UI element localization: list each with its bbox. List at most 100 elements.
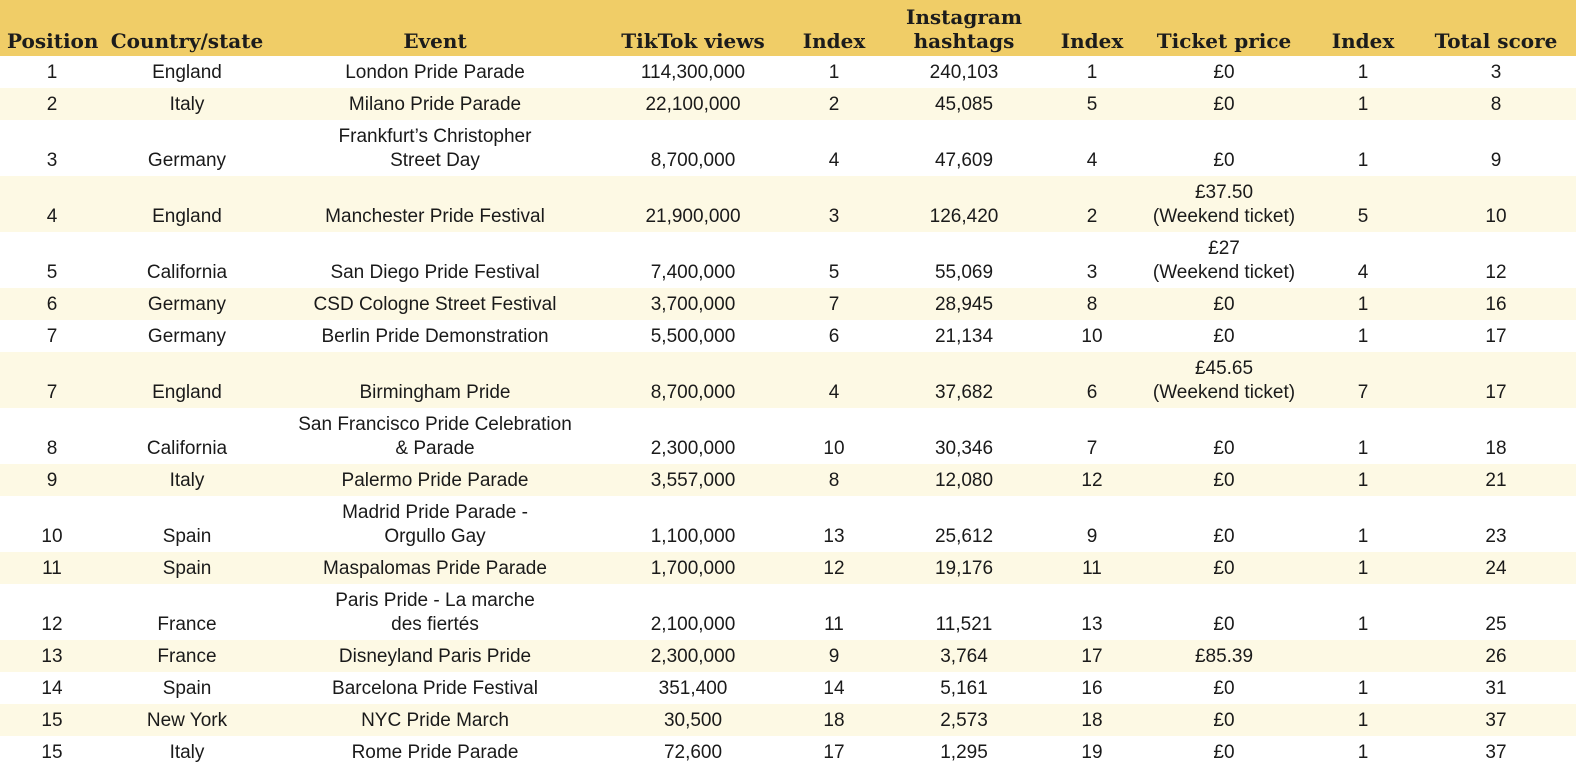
cell-country: France [104, 640, 270, 672]
cell-total-score-text: 37 [1485, 710, 1507, 731]
header-total-score: Total score [1416, 0, 1576, 56]
cell-index-instagram-text: 12 [1081, 470, 1103, 491]
cell-index-instagram-text: 19 [1081, 742, 1103, 763]
cell-instagram-hashtags: 126,420 [882, 176, 1046, 232]
cell-ticket-price: £0 [1138, 496, 1310, 552]
cell-position-text: 5 [46, 262, 58, 283]
table-header: Position Country/state Event TikTok view… [0, 0, 1576, 56]
cell-instagram-hashtags-text: 126,420 [929, 206, 999, 227]
cell-index-instagram-text: 9 [1086, 526, 1098, 547]
cell-position: 5 [0, 232, 104, 288]
cell-ticket-price: £37.50 (Weekend ticket) [1138, 176, 1310, 232]
cell-total-score-text: 16 [1485, 294, 1507, 315]
cell-position-text: 15 [41, 742, 63, 763]
cell-index-instagram: 6 [1046, 352, 1138, 408]
cell-total-score: 23 [1416, 496, 1576, 552]
cell-position: 4 [0, 176, 104, 232]
cell-index-instagram: 11 [1046, 552, 1138, 584]
cell-index-ticket: 1 [1310, 120, 1416, 176]
cell-index-ticket-text: 1 [1357, 742, 1369, 763]
cell-index-tiktok-text: 17 [823, 742, 845, 763]
cell-index-instagram-text: 13 [1081, 614, 1103, 635]
cell-country-text: New York [146, 710, 228, 731]
cell-tiktok-views: 1,700,000 [600, 552, 786, 584]
cell-country: Italy [104, 736, 270, 768]
cell-country: Spain [104, 672, 270, 704]
cell-index-tiktok-text: 12 [823, 558, 845, 579]
header-index-tiktok: Index [786, 0, 882, 56]
cell-index-instagram: 19 [1046, 736, 1138, 768]
cell-total-score: 17 [1416, 352, 1576, 408]
cell-instagram-hashtags-text: 1,295 [940, 742, 988, 763]
cell-instagram-hashtags: 1,295 [882, 736, 1046, 768]
cell-country: California [104, 232, 270, 288]
header-index-ticket: Index [1310, 0, 1416, 56]
cell-index-instagram-text: 3 [1086, 262, 1098, 283]
cell-tiktok-views: 7,400,000 [600, 232, 786, 288]
cell-index-ticket-text: 1 [1357, 438, 1369, 459]
cell-index-tiktok: 1 [786, 56, 882, 88]
cell-index-tiktok-text: 18 [823, 710, 845, 731]
cell-index-ticket-text: 1 [1357, 94, 1369, 115]
cell-index-ticket-text: 1 [1357, 294, 1369, 315]
cell-instagram-hashtags-text: 28,945 [934, 294, 994, 315]
table-row: 6 Germany CSD Cologne Street Festival 3,700… [0, 288, 1576, 320]
cell-total-score: 12 [1416, 232, 1576, 288]
cell-index-instagram: 2 [1046, 176, 1138, 232]
cell-event: San Francisco Pride Celebration & Parade [270, 408, 600, 464]
table-row: 15 Italy Rome Pride Parade 72,600 17 1,295 19 £… [0, 736, 1576, 768]
cell-tiktok-views: 5,500,000 [600, 320, 786, 352]
cell-ticket-price: £0 [1138, 320, 1310, 352]
cell-instagram-hashtags-text: 11,521 [935, 614, 993, 635]
cell-event: Barcelona Pride Festival [270, 672, 600, 704]
cell-index-ticket: 1 [1310, 288, 1416, 320]
cell-country-text: France [157, 646, 217, 667]
cell-event: Manchester Pride Festival [270, 176, 600, 232]
cell-index-tiktok-text: 6 [828, 326, 840, 347]
cell-event: Milano Pride Parade [270, 88, 600, 120]
cell-tiktok-views-text: 1,100,000 [650, 526, 736, 547]
cell-country-text: Germany [147, 294, 227, 315]
cell-country-text: England [152, 206, 222, 227]
cell-total-score-text: 9 [1490, 150, 1502, 171]
cell-position-text: 4 [46, 206, 58, 227]
cell-country: France [104, 584, 270, 640]
cell-index-ticket-text: 1 [1357, 470, 1369, 491]
cell-index-ticket-text: 1 [1357, 614, 1369, 635]
cell-index-ticket: 1 [1310, 320, 1416, 352]
cell-index-tiktok: 12 [786, 552, 882, 584]
cell-index-tiktok: 10 [786, 408, 882, 464]
cell-instagram-hashtags-text: 45,085 [934, 94, 994, 115]
cell-ticket-price: £0 [1138, 464, 1310, 496]
cell-country-text: Germany [147, 326, 227, 347]
cell-index-instagram-text: 4 [1086, 150, 1098, 171]
cell-tiktok-views: 2,300,000 [600, 408, 786, 464]
cell-index-ticket [1310, 640, 1416, 672]
cell-ticket-price-text: £0 [1213, 678, 1235, 699]
cell-instagram-hashtags: 45,085 [882, 88, 1046, 120]
cell-instagram-hashtags-text: 2,573 [940, 710, 988, 731]
header-position: Position [0, 0, 104, 56]
cell-tiktok-views-text: 8,700,000 [650, 150, 736, 171]
cell-country-text: Spain [162, 558, 212, 579]
cell-ticket-price: £0 [1138, 88, 1310, 120]
cell-total-score-text: 37 [1485, 742, 1507, 763]
cell-total-score: 24 [1416, 552, 1576, 584]
cell-index-tiktok: 4 [786, 120, 882, 176]
cell-total-score-text: 26 [1485, 646, 1507, 667]
cell-instagram-hashtags-text: 30,346 [934, 438, 994, 459]
cell-ticket-price-text: £0 [1213, 614, 1235, 635]
cell-total-score: 10 [1416, 176, 1576, 232]
cell-index-instagram-text: 11 [1082, 558, 1102, 579]
cell-event-text: NYC Pride March [361, 710, 509, 731]
cell-ticket-price-text: £0 [1213, 94, 1235, 115]
cell-ticket-price-text: £27 (Weekend ticket) [1152, 238, 1296, 283]
cell-index-instagram: 17 [1046, 640, 1138, 672]
cell-country: Germany [104, 120, 270, 176]
cell-index-ticket: 4 [1310, 232, 1416, 288]
cell-position-text: 8 [46, 438, 58, 459]
cell-index-instagram: 18 [1046, 704, 1138, 736]
cell-total-score-text: 17 [1485, 326, 1507, 347]
cell-index-instagram: 5 [1046, 88, 1138, 120]
cell-index-tiktok-text: 4 [828, 150, 840, 171]
